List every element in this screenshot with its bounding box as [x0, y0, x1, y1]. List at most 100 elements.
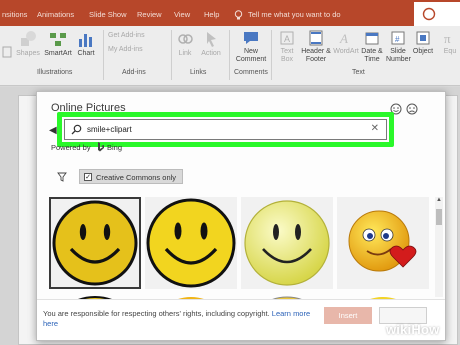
- bing-label: Bing: [107, 143, 123, 152]
- creative-commons-label: Creative Commons only: [96, 173, 177, 182]
- group-links: Links: [190, 69, 207, 76]
- search-icon: [71, 124, 82, 135]
- image-results-grid: [47, 197, 433, 299]
- search-input[interactable]: [87, 123, 357, 136]
- link-icon: [178, 34, 193, 44]
- date-time-button[interactable]: Date & Time: [360, 30, 384, 64]
- wordart-button[interactable]: A WordArt: [332, 30, 360, 56]
- tab-help[interactable]: Help: [204, 10, 219, 19]
- svg-text:A: A: [284, 34, 290, 44]
- search-field[interactable]: ✕: [64, 119, 387, 140]
- text-box-button[interactable]: A Text Box: [274, 30, 300, 64]
- slide-number-button[interactable]: # Slide Number: [386, 30, 411, 64]
- scroll-thumb[interactable]: [436, 209, 442, 225]
- smartart-icon: [50, 33, 66, 46]
- action-label: Action: [201, 50, 221, 57]
- ribbon-tab-bar: nsitions Animations Slide Show Review Vi…: [0, 0, 460, 26]
- send-frown-button[interactable]: [406, 102, 418, 115]
- result-thumbnail[interactable]: [145, 197, 237, 289]
- svg-text:π: π: [444, 31, 451, 46]
- link-button[interactable]: Link: [174, 30, 196, 58]
- my-addins-button[interactable]: My Add-ins: [108, 46, 143, 54]
- bing-logo-icon: [98, 142, 104, 152]
- chart-label: Chart: [77, 50, 95, 57]
- shapes-icon: [21, 31, 36, 46]
- tab-transitions[interactable]: nsitions: [2, 10, 27, 19]
- new-comment-label: New Comment: [235, 48, 267, 63]
- wordart-icon: A: [339, 31, 348, 46]
- smartart-label: SmartArt: [44, 50, 72, 57]
- copyright-notice: You are responsible for respecting other…: [43, 309, 323, 329]
- pictures-partial-button[interactable]: [0, 46, 14, 60]
- slide-number-label: Slide Number: [386, 48, 411, 63]
- result-thumbnail[interactable]: [337, 197, 429, 289]
- chart-button[interactable]: Chart: [74, 30, 98, 58]
- smiley-image: [52, 200, 138, 286]
- tab-review[interactable]: Review: [137, 10, 162, 19]
- shapes-button[interactable]: Shapes: [14, 30, 42, 58]
- text-box-icon: A: [280, 31, 294, 45]
- dialog-footer: You are responsible for respecting other…: [37, 299, 445, 340]
- copyright-text: You are responsible for respecting other…: [43, 309, 270, 318]
- tab-animations[interactable]: Animations: [37, 10, 74, 19]
- ribbon-divider: [271, 30, 272, 80]
- creative-commons-checkbox[interactable]: ✓: [84, 173, 92, 181]
- new-comment-button[interactable]: New Comment: [232, 30, 270, 64]
- object-icon: [416, 31, 430, 45]
- equation-button[interactable]: π Equ: [440, 30, 460, 56]
- filter-icon[interactable]: [57, 172, 67, 182]
- smartart-button[interactable]: SmartArt: [42, 30, 74, 58]
- online-pictures-dialog: Online Pictures ◀ ✕ Powered by Bing ✓ Cr…: [36, 91, 446, 341]
- chart-icon: [79, 34, 92, 47]
- results-scrollbar[interactable]: ▲: [435, 197, 443, 297]
- get-addins-button[interactable]: Get Add-ins: [108, 32, 145, 40]
- comment-icon: [244, 32, 258, 44]
- header-footer-button[interactable]: Header & Footer: [300, 30, 332, 64]
- smiley-image: [244, 200, 330, 286]
- group-comments: Comments: [234, 69, 268, 76]
- result-thumbnail[interactable]: [49, 197, 141, 289]
- tell-me-search[interactable]: Tell me what you want to do: [248, 10, 341, 19]
- tab-view[interactable]: View: [174, 10, 190, 19]
- header-footer-icon: [309, 30, 323, 46]
- smiley-with-heart-image: [348, 210, 417, 272]
- wordart-label: WordArt: [333, 48, 359, 55]
- ribbon-insert: Shapes SmartArt Chart Illustrations Get …: [0, 26, 460, 86]
- powered-by-label: Powered by: [51, 143, 91, 152]
- ribbon-divider: [171, 30, 172, 80]
- action-icon: [207, 32, 216, 47]
- back-arrow-icon[interactable]: ◀: [49, 125, 57, 136]
- my-addins-label: My Add-ins: [108, 46, 143, 53]
- date-time-label: Date & Time: [361, 48, 383, 63]
- svg-text:#: #: [395, 35, 400, 44]
- ribbon-divider: [229, 30, 230, 80]
- tab-slide-show[interactable]: Slide Show: [89, 10, 127, 19]
- slide-number-icon: #: [391, 31, 405, 45]
- object-label: Object: [412, 48, 434, 55]
- group-text: Text: [352, 69, 365, 76]
- action-button[interactable]: Action: [198, 30, 224, 58]
- clear-search-icon[interactable]: ✕: [371, 123, 379, 134]
- share-button[interactable]: [414, 2, 460, 26]
- lightbulb-icon: [234, 8, 243, 20]
- calendar-icon: [365, 32, 379, 45]
- header-footer-label: Header & Footer: [301, 48, 331, 63]
- object-button[interactable]: Object: [411, 30, 435, 56]
- group-addins: Add-ins: [122, 69, 146, 76]
- wikihow-watermark: wikiHow: [386, 322, 440, 337]
- smiley-image: [146, 198, 236, 288]
- creative-commons-filter[interactable]: ✓ Creative Commons only: [79, 169, 183, 184]
- result-thumbnail[interactable]: [241, 197, 333, 289]
- picture-icon: [2, 46, 12, 58]
- group-illustrations: Illustrations: [37, 69, 73, 76]
- equation-label: Equ: [443, 48, 457, 55]
- shapes-label: Shapes: [16, 50, 40, 57]
- insert-button[interactable]: Insert: [324, 307, 372, 324]
- get-addins-label: Get Add-ins: [108, 32, 145, 39]
- svg-text:A: A: [339, 31, 348, 46]
- link-label: Link: [178, 50, 192, 57]
- ribbon-divider: [103, 30, 104, 80]
- text-box-label: Text Box: [280, 48, 294, 63]
- share-icon: [422, 7, 436, 21]
- scroll-up-icon[interactable]: ▲: [435, 197, 443, 205]
